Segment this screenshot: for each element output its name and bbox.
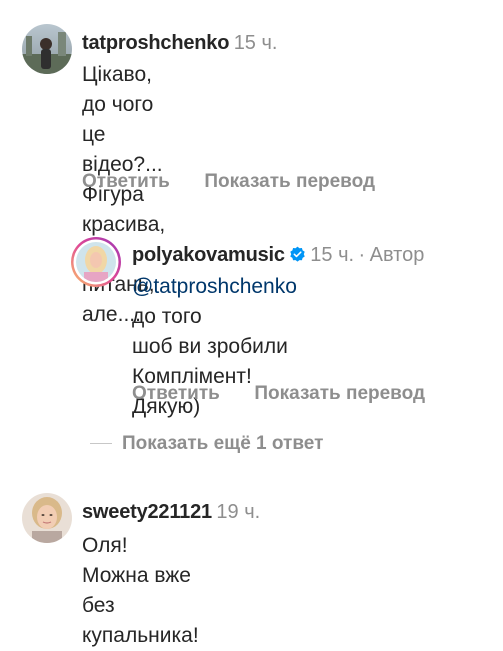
view-more-replies-button[interactable]: Показать ещё 1 ответ [90, 433, 323, 455]
username[interactable]: polyakovamusic [132, 244, 285, 266]
comment-text: Оля! Можна вже без купальника! [82, 534, 199, 647]
verified-badge-icon [290, 246, 305, 262]
divider-line [90, 443, 112, 445]
user-photo-avatar-icon [22, 24, 72, 74]
view-more-replies-label: Показать ещё 1 ответ [122, 433, 324, 454]
author-label: Автор [369, 244, 425, 266]
comment-time: 15 ч. [310, 244, 355, 266]
user-photo-avatar-icon [22, 493, 72, 543]
avatar[interactable] [22, 493, 72, 543]
comment-time: 19 ч. [216, 501, 261, 523]
separator-dot: · [358, 244, 366, 266]
translate-button[interactable]: Показать перевод [254, 383, 425, 404]
avatar[interactable] [70, 236, 122, 288]
username[interactable]: tatproshchenko [82, 32, 229, 54]
mention-link[interactable]: @tatproshchenko [132, 275, 297, 298]
comment-time: 15 ч. [233, 32, 278, 54]
reply-button[interactable]: Ответить [132, 383, 220, 404]
username[interactable]: sweety221121 [82, 501, 212, 523]
translate-button[interactable]: Показать перевод [204, 171, 375, 192]
story-ring-avatar-icon [71, 237, 121, 287]
avatar[interactable] [22, 24, 72, 74]
reply-button[interactable]: Ответить [82, 171, 170, 192]
